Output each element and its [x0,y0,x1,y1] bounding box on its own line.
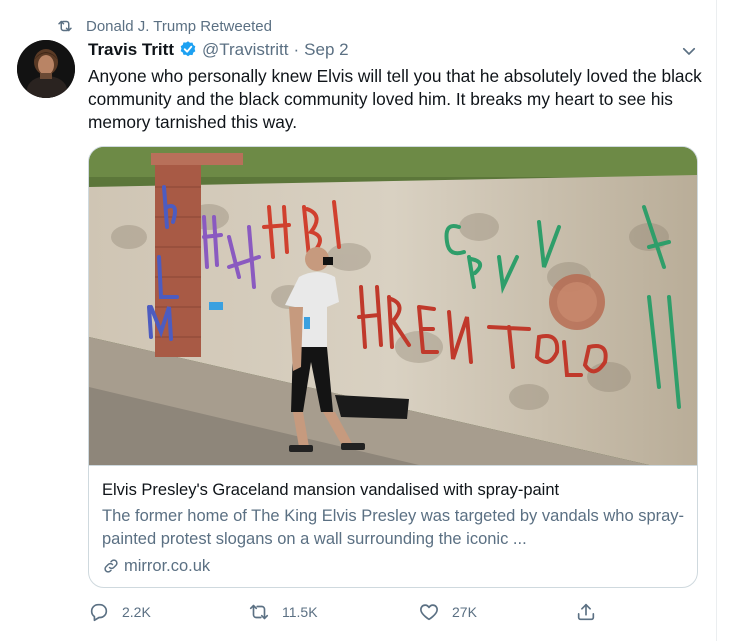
tweet[interactable]: Donald J. Trump Retweeted Travis Tritt @… [0,0,717,641]
link-icon [102,557,120,575]
link-card-domain[interactable]: mirror.co.uk [102,555,210,577]
link-card[interactable]: Elvis Presley's Graceland mansion vandal… [88,146,698,588]
author-name[interactable]: Travis Tritt [88,40,174,60]
like-count: 27K [452,604,477,620]
heart-icon [418,601,440,623]
separator-dot: · [293,40,300,59]
retweet-action-icon [248,601,270,623]
reply-button[interactable]: 2.2K [88,600,151,624]
tweet-header: Travis Tritt @Travistritt · Sep 2 [88,39,349,61]
retweet-icon [56,17,74,35]
retweet-count: 11.5K [282,604,318,620]
author-handle[interactable]: @Travistritt [202,40,289,60]
like-button[interactable]: 27K [418,600,477,624]
link-card-image[interactable] [89,147,697,465]
reply-count: 2.2K [122,604,151,620]
link-card-domain-text: mirror.co.uk [124,556,211,575]
retweet-banner-text: Donald J. Trump Retweeted [86,17,272,35]
tweet-date[interactable]: Sep 2 [304,40,348,60]
verified-badge-icon [178,40,198,60]
share-icon [575,601,597,623]
reply-icon [88,601,110,623]
more-options-chevron-down-icon[interactable] [679,41,699,61]
share-button[interactable] [575,600,609,624]
retweet-button[interactable]: 11.5K [248,600,318,624]
retweet-banner[interactable]: Donald J. Trump Retweeted [56,16,272,36]
link-card-title[interactable]: Elvis Presley's Graceland mansion vandal… [102,481,559,500]
tweet-text: Anyone who personally knew Elvis will te… [88,66,702,132]
avatar[interactable] [17,40,75,98]
link-card-description: The former home of The King Elvis Presle… [102,507,685,548]
tweet-actions: 2.2K 11.5K 27K [88,600,608,624]
link-card-divider [89,465,697,466]
